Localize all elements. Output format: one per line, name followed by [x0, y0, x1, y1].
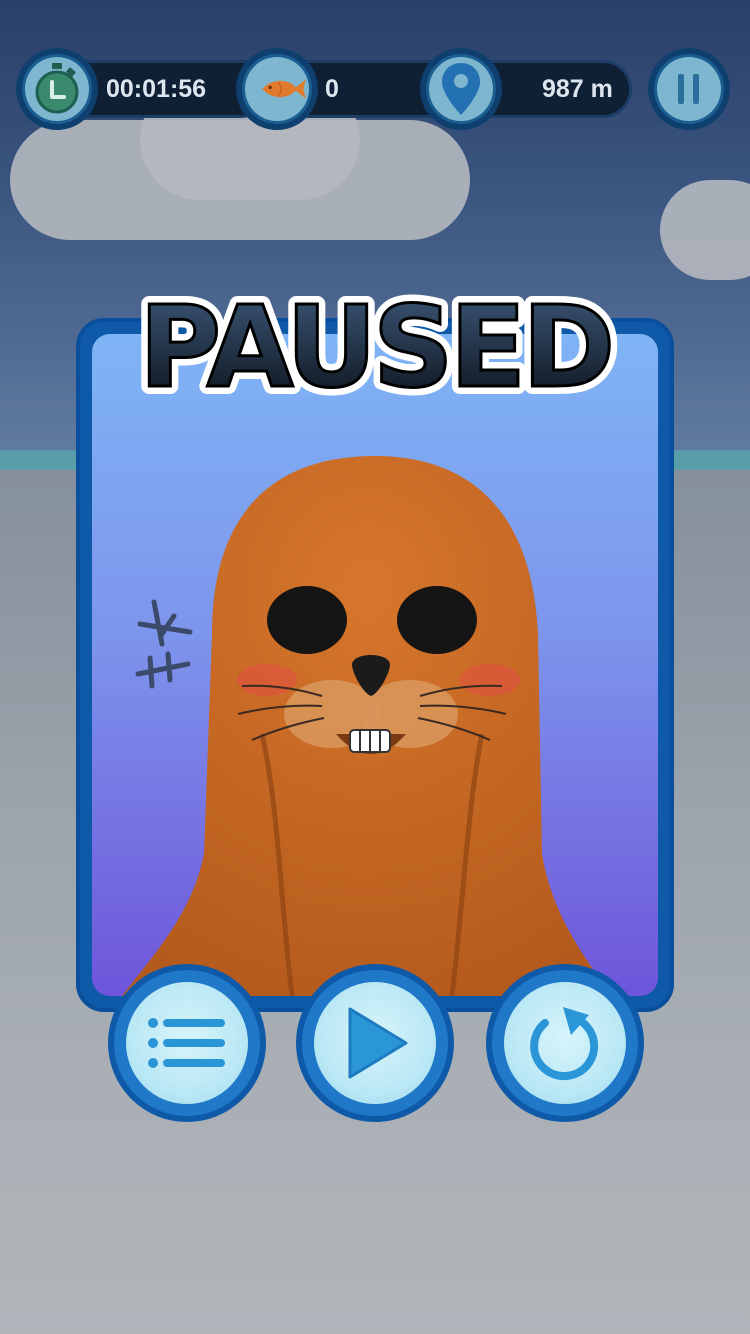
restart-button[interactable] [486, 964, 644, 1122]
play-icon [348, 1007, 408, 1079]
location-pin-icon [420, 48, 502, 130]
paused-title: PAUSED PAUSED [131, 275, 620, 421]
pause-button[interactable] [648, 48, 730, 130]
restart-icon [530, 1007, 599, 1081]
stopwatch-icon [16, 48, 98, 130]
list-menu-icon [148, 1018, 225, 1068]
timer-value: 00:01:56 [106, 75, 207, 103]
distance-value: 987 m [542, 75, 613, 103]
fish-icon [236, 48, 318, 130]
pause-icon [657, 57, 721, 121]
fish-count-value: 0 [325, 75, 339, 103]
paused-title-text: PAUSED [139, 283, 611, 413]
resume-button[interactable] [296, 964, 454, 1122]
menu-button[interactable] [108, 964, 266, 1122]
